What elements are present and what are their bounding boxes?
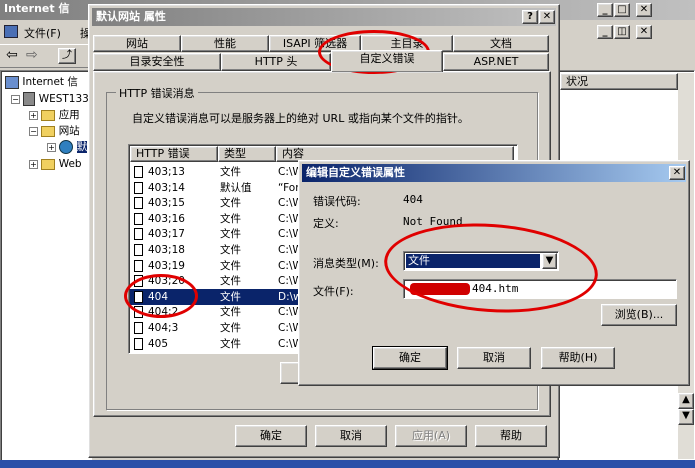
bg-inner-restore-button[interactable]: ◫	[614, 25, 630, 39]
cell-code: 403;19	[148, 259, 185, 272]
bg-inner-minimize-button[interactable]: _	[597, 25, 613, 39]
help-button[interactable]: ?	[522, 10, 538, 24]
document-icon	[134, 337, 143, 350]
cell-code: 403;15	[148, 197, 185, 210]
folder-icon	[41, 109, 56, 121]
forward-arrow-icon[interactable]: ⇨	[26, 47, 38, 63]
cell-code: 403;17	[148, 228, 185, 241]
annotation-404-row	[124, 274, 198, 318]
globe-icon	[59, 140, 74, 154]
bg-minimize-button[interactable]: _	[597, 3, 613, 17]
cell-code: 403;13	[148, 166, 185, 178]
document-icon	[134, 166, 143, 178]
back-arrow-icon[interactable]: ⇦	[6, 47, 18, 63]
scroll-up-icon[interactable]: ▲	[678, 393, 694, 409]
column-header-type[interactable]: 类型	[218, 146, 276, 162]
tab-http-headers[interactable]: HTTP 头	[221, 53, 331, 71]
folder-icon	[41, 158, 56, 170]
bg-maximize-button[interactable]: □	[614, 3, 630, 17]
tab-documents[interactable]: 文档	[453, 35, 549, 52]
edit-help-button[interactable]: 帮助(H)	[541, 347, 615, 369]
cell-type: 文件	[220, 212, 241, 225]
bg-menubar: 文件(F) 操	[0, 22, 91, 42]
document-icon	[134, 259, 143, 272]
tab-directory-security[interactable]: 目录安全性	[93, 53, 221, 71]
server-icon	[23, 92, 36, 106]
cell-type: 文件	[220, 306, 241, 319]
definition-label: 定义:	[313, 217, 339, 230]
error-code-value: 404	[403, 193, 423, 206]
tree-app-pools[interactable]: + 应用	[29, 108, 80, 122]
edit-title: 编辑自定义错误属性	[306, 166, 405, 179]
tree-default-site[interactable]: + 默	[47, 140, 88, 154]
properties-close-button[interactable]: ✕	[539, 10, 555, 24]
collapse-icon[interactable]: −	[11, 94, 20, 104]
expand-icon[interactable]: +	[29, 110, 38, 120]
document-icon	[134, 181, 143, 194]
bg-window-title: Internet 信	[4, 2, 70, 15]
folder-icon	[41, 125, 56, 137]
tree-server[interactable]: − WEST1338	[11, 92, 96, 106]
tab-performance[interactable]: 性能	[181, 35, 269, 52]
help-bottom-button[interactable]: 帮助	[475, 425, 547, 447]
cell-type: 文件	[220, 322, 241, 334]
apply-button[interactable]: 应用(A)	[395, 425, 467, 447]
collapse-icon[interactable]: −	[29, 126, 38, 136]
tab-website[interactable]: 网站	[93, 35, 181, 52]
document-icon	[134, 244, 143, 256]
bg-close-button[interactable]: ✕	[636, 3, 652, 17]
tree-websites[interactable]: − 网站	[29, 124, 80, 138]
scroll-down-icon[interactable]: ▼	[678, 409, 694, 425]
cell-code: 403;16	[148, 212, 185, 225]
properties-title: 默认网站 属性	[96, 10, 166, 23]
cell-type: 默认值	[220, 181, 252, 194]
description-text: 自定义错误消息可以是服务器上的绝对 URL 或指向某个文件的指针。	[132, 112, 469, 125]
cell-type: 文件	[220, 259, 241, 272]
document-icon	[134, 228, 143, 241]
tab-aspnet[interactable]: ASP.NET	[443, 53, 549, 71]
message-type-label: 消息类型(M):	[313, 257, 379, 270]
expand-icon[interactable]: +	[29, 159, 38, 169]
cancel-button[interactable]: 取消	[315, 425, 387, 447]
error-code-label: 错误代码:	[313, 195, 361, 208]
ok-button[interactable]: 确定	[235, 425, 307, 447]
taskbar-strip	[0, 460, 695, 468]
column-header-code[interactable]: HTTP 错误	[130, 146, 218, 162]
edit-cancel-button[interactable]: 取消	[457, 347, 531, 369]
browse-button[interactable]: 浏览(B)...	[601, 304, 677, 326]
up-folder-icon[interactable]: ⤴	[58, 48, 76, 64]
cell-code: 404;3	[148, 322, 179, 334]
menu-file[interactable]: 文件(F)	[24, 25, 61, 41]
app-icon	[4, 25, 18, 38]
cell-type: 文件	[220, 244, 241, 256]
computer-icon	[5, 75, 19, 89]
document-icon	[134, 322, 143, 334]
bg-inner-close-button[interactable]: ✕	[636, 25, 652, 39]
file-label: 文件(F):	[313, 285, 354, 298]
cell-type: 文件	[220, 275, 241, 288]
document-icon	[134, 212, 143, 225]
tab-custom-errors[interactable]: 自定义错误	[331, 50, 443, 72]
group-title: HTTP 错误消息	[116, 85, 198, 101]
tree-root[interactable]: Internet 信	[5, 75, 78, 89]
edit-titlebar: 编辑自定义错误属性	[302, 164, 686, 182]
cell-code: 403;18	[148, 244, 185, 256]
cell-type: 文件	[220, 337, 241, 350]
cell-code: 403;14	[148, 181, 185, 194]
cell-code: 405	[148, 337, 169, 350]
bg-toolbar: ⇦ ⇨ ⤴	[0, 44, 90, 68]
cell-type: 文件	[220, 228, 241, 241]
tree-pane: Internet 信 − WEST1338 + 应用 − 网站 + 默 + We…	[0, 70, 96, 462]
cell-content: “For	[278, 181, 300, 194]
edit-ok-button[interactable]: 确定	[372, 346, 448, 370]
cell-type: 文件	[220, 166, 241, 178]
tree-web-ext[interactable]: + Web	[29, 157, 82, 171]
edit-close-button[interactable]: ✕	[669, 166, 685, 180]
document-icon	[134, 197, 143, 210]
cell-type: 文件	[220, 197, 241, 210]
expand-icon[interactable]: +	[47, 142, 56, 152]
status-column-header[interactable]: 状况	[560, 73, 678, 90]
cell-type: 文件	[220, 290, 241, 303]
properties-titlebar: 默认网站 属性	[92, 8, 556, 26]
